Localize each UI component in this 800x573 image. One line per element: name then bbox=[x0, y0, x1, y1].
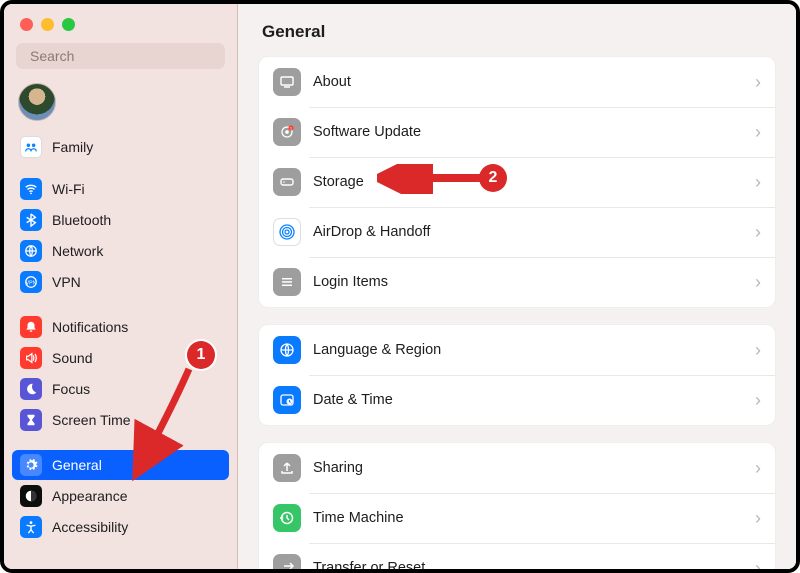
gear-icon bbox=[20, 454, 42, 476]
page-title: General bbox=[238, 4, 796, 56]
fullscreen-icon[interactable] bbox=[62, 18, 75, 31]
sidebar-item-label: Family bbox=[52, 139, 93, 155]
globe-flag-icon bbox=[273, 336, 301, 364]
family-icon bbox=[20, 136, 42, 158]
row-label: Time Machine bbox=[313, 510, 743, 526]
globe-icon bbox=[20, 240, 42, 262]
sidebar-item-label: Notifications bbox=[52, 319, 128, 335]
sidebar-item-label: Screen Time bbox=[52, 412, 131, 428]
hourglass-icon bbox=[20, 409, 42, 431]
chevron-right-icon: › bbox=[755, 173, 761, 191]
row-label: Sharing bbox=[313, 460, 743, 476]
accessibility-icon bbox=[20, 516, 42, 538]
sidebar-item-vpn[interactable]: VPN VPN bbox=[12, 267, 229, 297]
main-panel: General About›1Software Update›Storage›A… bbox=[238, 4, 796, 569]
chevron-right-icon: › bbox=[755, 123, 761, 141]
transfer-icon bbox=[273, 554, 301, 569]
window-controls bbox=[4, 4, 237, 31]
row-airdrop-handoff[interactable]: AirDrop & Handoff › bbox=[259, 207, 775, 257]
chevron-right-icon: › bbox=[755, 559, 761, 569]
sharing-icon bbox=[273, 454, 301, 482]
chevron-right-icon: › bbox=[755, 459, 761, 477]
sidebar-item-wifi[interactable]: Wi-Fi bbox=[12, 174, 229, 204]
vpn-icon: VPN bbox=[20, 271, 42, 293]
sidebar-item-sound[interactable]: Sound bbox=[12, 343, 229, 373]
sidebar-item-label: Wi-Fi bbox=[52, 181, 85, 197]
chevron-right-icon: › bbox=[755, 509, 761, 527]
row-label: About bbox=[313, 74, 743, 90]
row-sharing[interactable]: Sharing › bbox=[259, 443, 775, 493]
sidebar-item-label: VPN bbox=[52, 274, 81, 290]
airdrop-icon bbox=[273, 218, 301, 246]
row-about[interactable]: About › bbox=[259, 57, 775, 107]
avatar bbox=[18, 83, 56, 121]
sidebar-item-label: Bluetooth bbox=[52, 212, 111, 228]
bell-icon bbox=[20, 316, 42, 338]
row-label: Software Update bbox=[313, 124, 743, 140]
chevron-right-icon: › bbox=[755, 341, 761, 359]
row-label: Language & Region bbox=[313, 342, 743, 358]
row-label: Login Items bbox=[313, 274, 743, 290]
sidebar-item-notifications[interactable]: Notifications bbox=[12, 312, 229, 342]
calendar-clock-icon bbox=[273, 386, 301, 414]
row-software-update[interactable]: 1 Software Update › bbox=[259, 107, 775, 157]
sidebar-item-focus[interactable]: Focus bbox=[12, 374, 229, 404]
sidebar-item-screen-time[interactable]: Screen Time bbox=[12, 405, 229, 435]
minimize-icon[interactable] bbox=[41, 18, 54, 31]
sidebar-item-bluetooth[interactable]: Bluetooth bbox=[12, 205, 229, 235]
user-account-row[interactable] bbox=[4, 77, 237, 131]
chevron-right-icon: › bbox=[755, 223, 761, 241]
sidebar-item-label: Accessibility bbox=[52, 519, 128, 535]
close-icon[interactable] bbox=[20, 18, 33, 31]
svg-text:VPN: VPN bbox=[26, 281, 37, 287]
sidebar: Family Wi-Fi Bluetooth Network VPN VPN Notifi… bbox=[4, 4, 238, 569]
wifi-icon bbox=[20, 178, 42, 200]
row-transfer-reset[interactable]: Transfer or Reset › bbox=[259, 543, 775, 569]
gear-badge-icon: 1 bbox=[273, 118, 301, 146]
chevron-right-icon: › bbox=[755, 273, 761, 291]
row-label: Transfer or Reset bbox=[313, 560, 743, 569]
row-label: Date & Time bbox=[313, 392, 743, 408]
row-storage[interactable]: Storage › bbox=[259, 157, 775, 207]
sidebar-item-accessibility[interactable]: Accessibility bbox=[12, 512, 229, 542]
sidebar-item-label: Network bbox=[52, 243, 103, 259]
chevron-right-icon: › bbox=[755, 391, 761, 409]
row-language-region[interactable]: Language & Region › bbox=[259, 325, 775, 375]
sidebar-item-appearance[interactable]: Appearance bbox=[12, 481, 229, 511]
moon-icon bbox=[20, 378, 42, 400]
chevron-right-icon: › bbox=[755, 73, 761, 91]
appearance-icon bbox=[20, 485, 42, 507]
sidebar-item-label: Appearance bbox=[52, 488, 128, 504]
bluetooth-icon bbox=[20, 209, 42, 231]
sidebar-item-label: General bbox=[52, 457, 102, 473]
sidebar-item-label: Focus bbox=[52, 381, 90, 397]
search-input-wrap[interactable] bbox=[16, 43, 225, 69]
row-label: Storage bbox=[313, 174, 743, 190]
time-machine-icon bbox=[273, 504, 301, 532]
about-icon bbox=[273, 68, 301, 96]
sidebar-item-label: Sound bbox=[52, 350, 92, 366]
speaker-icon bbox=[20, 347, 42, 369]
disk-icon bbox=[273, 168, 301, 196]
sidebar-item-general[interactable]: General bbox=[12, 450, 229, 480]
sidebar-item-network[interactable]: Network bbox=[12, 236, 229, 266]
search-input[interactable] bbox=[30, 48, 217, 64]
row-login-items[interactable]: Login Items › bbox=[259, 257, 775, 307]
row-label: AirDrop & Handoff bbox=[313, 224, 743, 240]
row-time-machine[interactable]: Time Machine › bbox=[259, 493, 775, 543]
row-date-time[interactable]: Date & Time › bbox=[259, 375, 775, 425]
list-icon bbox=[273, 268, 301, 296]
sidebar-item-family[interactable]: Family bbox=[12, 132, 229, 162]
